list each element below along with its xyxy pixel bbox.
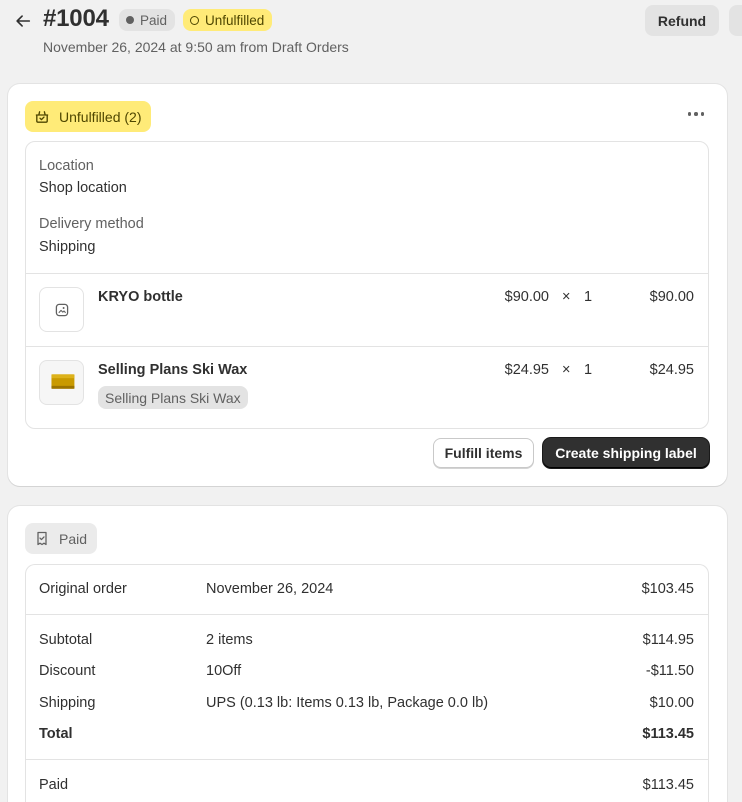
unfulfilled-status-text: Unfulfilled (2) bbox=[59, 108, 142, 125]
product-thumbnail[interactable] bbox=[39, 287, 84, 332]
summary-label: Discount bbox=[39, 663, 96, 679]
image-placeholder-icon bbox=[55, 303, 68, 316]
fulfill-items-button[interactable]: Fulfill items bbox=[433, 438, 534, 468]
fulfillment-card: Unfulfilled (2) Location Shop location D… bbox=[8, 84, 727, 486]
order-title: #1004 bbox=[43, 5, 109, 32]
fulfillment-status-badge: Unfulfilled bbox=[183, 9, 273, 31]
total-amount: $113.45 bbox=[642, 726, 694, 742]
summary-detail: 10Off bbox=[206, 663, 242, 679]
total-label: Total bbox=[39, 726, 73, 742]
refund-button[interactable]: Refund bbox=[645, 5, 719, 36]
summary-amount: $114.95 bbox=[642, 632, 694, 648]
arrow-left-icon bbox=[16, 15, 31, 27]
payment-status-text: Paid bbox=[140, 12, 168, 28]
original-order-amount: $103.45 bbox=[641, 581, 694, 597]
paid-status-pill: Paid bbox=[25, 523, 98, 554]
original-order-label: Original order bbox=[39, 581, 127, 597]
package-icon bbox=[35, 110, 49, 123]
create-shipping-label-button[interactable]: Create shipping label bbox=[543, 438, 709, 468]
item-price: $90.00 bbox=[504, 289, 549, 305]
summary-amount: $10.00 bbox=[649, 695, 694, 711]
summary-detail: 2 items bbox=[206, 632, 253, 648]
paid-amount: $113.45 bbox=[642, 777, 694, 793]
times-sign: × bbox=[562, 362, 571, 378]
back-button[interactable] bbox=[10, 8, 36, 34]
summary-label: Shipping bbox=[39, 695, 96, 711]
variant-badge: Selling Plans Ski Wax bbox=[98, 386, 248, 409]
fulfillment-status-text: Unfulfilled bbox=[205, 12, 265, 28]
item-name[interactable]: KRYO bottle bbox=[98, 289, 183, 305]
ski-wax-image bbox=[51, 374, 75, 389]
fulfillment-details: Location Shop location Delivery method S… bbox=[25, 141, 709, 429]
paid-status-text: Paid bbox=[59, 530, 88, 547]
item-name[interactable]: Selling Plans Ski Wax bbox=[98, 362, 247, 378]
summary-detail: UPS (0.13 lb: Items 0.13 lb, Package 0.0… bbox=[206, 695, 489, 711]
dot-icon bbox=[126, 16, 134, 24]
payment-status-badge: Paid bbox=[119, 9, 176, 31]
payment-card: Paid Original order November 26, 2024 $1… bbox=[8, 506, 727, 802]
more-actions-button[interactable] bbox=[729, 5, 742, 36]
delivery-method-label: Delivery method bbox=[39, 216, 144, 232]
receipt-icon bbox=[37, 531, 47, 546]
item-total: $24.95 bbox=[649, 362, 694, 378]
summary-label: Subtotal bbox=[39, 632, 93, 648]
paid-label: Paid bbox=[39, 777, 69, 793]
item-total: $90.00 bbox=[649, 289, 694, 305]
item-price: $24.95 bbox=[504, 362, 549, 378]
item-quantity: 1 bbox=[584, 362, 593, 378]
summary-amount: -$11.50 bbox=[645, 663, 694, 679]
unfulfilled-status-pill: Unfulfilled (2) bbox=[25, 101, 152, 132]
product-thumbnail[interactable] bbox=[39, 360, 84, 405]
more-horizontal-icon[interactable] bbox=[683, 104, 709, 124]
location-value: Shop location bbox=[39, 180, 127, 196]
times-sign: × bbox=[562, 289, 571, 305]
location-label: Location bbox=[39, 158, 94, 174]
circle-outline-icon bbox=[190, 15, 199, 25]
order-subtitle: November 26, 2024 at 9:50 am from Draft … bbox=[43, 39, 349, 55]
item-quantity: 1 bbox=[584, 289, 593, 305]
delivery-method-value: Shipping bbox=[39, 239, 96, 255]
original-order-date: November 26, 2024 bbox=[206, 581, 334, 597]
payment-summary: Original order November 26, 2024 $103.45… bbox=[25, 564, 709, 802]
